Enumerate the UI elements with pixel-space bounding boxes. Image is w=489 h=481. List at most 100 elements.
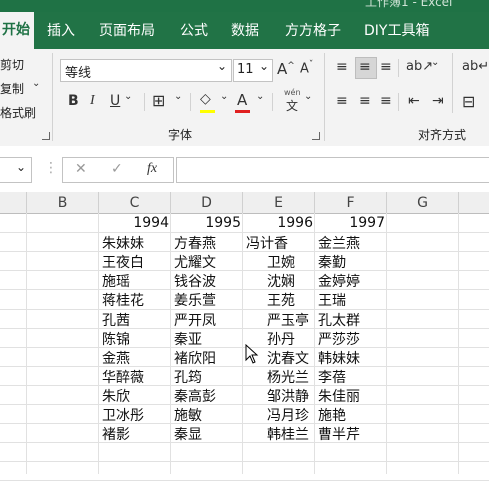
italic-icon[interactable]: I bbox=[90, 93, 95, 109]
cell-name[interactable]: 韩桂兰 bbox=[267, 424, 309, 444]
font-launcher-icon[interactable] bbox=[312, 132, 320, 140]
cell-name[interactable]: 王苑 bbox=[267, 290, 295, 310]
cell-name[interactable]: 李蓓 bbox=[318, 367, 346, 387]
cell-name[interactable]: 孙丹 bbox=[267, 329, 295, 349]
column-header-f[interactable]: F bbox=[315, 192, 387, 214]
phonetic-guide-icon[interactable]: wén bbox=[284, 88, 301, 97]
font-color-icon[interactable]: A bbox=[237, 91, 247, 109]
cell-name[interactable]: 王夜白 bbox=[102, 252, 144, 272]
cell-name[interactable]: 韩妹妹 bbox=[318, 348, 360, 368]
cell-name[interactable]: 卫冰彤 bbox=[102, 405, 144, 425]
cell-name[interactable]: 孔太群 bbox=[318, 310, 360, 330]
column-header-c[interactable]: C bbox=[99, 192, 171, 214]
cell-name[interactable]: 朱佳丽 bbox=[318, 386, 360, 406]
cell-name[interactable]: 沈娴 bbox=[267, 271, 295, 291]
name-box[interactable]: ⌄ bbox=[0, 157, 32, 183]
cell-name[interactable]: 冯计香 bbox=[246, 233, 288, 253]
cell-name[interactable]: 尤耀文 bbox=[174, 252, 216, 272]
more-options-icon[interactable]: ⋮ bbox=[44, 160, 58, 176]
chevron-down-icon[interactable]: ⌄ bbox=[174, 91, 182, 102]
cell-year[interactable]: 1995 bbox=[171, 215, 241, 231]
cell-year[interactable]: 1997 bbox=[315, 215, 385, 231]
cell-name[interactable]: 孔茜 bbox=[102, 310, 130, 330]
cell-name[interactable]: 秦显 bbox=[174, 424, 202, 444]
column-header-a[interactable] bbox=[0, 192, 27, 214]
cancel-icon[interactable]: ✕ bbox=[75, 161, 87, 177]
cell-name[interactable]: 褚欣阳 bbox=[174, 348, 216, 368]
cell-name[interactable]: 秦勤 bbox=[318, 252, 346, 272]
decrease-font-size-icon[interactable]: Aˇ bbox=[300, 60, 313, 76]
cell-name[interactable]: 杨光兰 bbox=[267, 367, 309, 387]
align-center-icon[interactable]: ≡ bbox=[359, 93, 371, 109]
align-top-icon[interactable]: ≡ bbox=[336, 59, 348, 75]
format-painter-button[interactable]: 格式刷 bbox=[0, 104, 36, 121]
align-right-icon[interactable]: ≡ bbox=[380, 93, 392, 109]
align-left-icon[interactable]: ≡ bbox=[336, 93, 348, 109]
borders-icon[interactable]: ⊞ bbox=[152, 91, 165, 110]
tab-insert[interactable]: 插入 bbox=[47, 20, 75, 40]
insert-function-icon[interactable]: fx bbox=[147, 161, 157, 177]
cell-name[interactable]: 褚影 bbox=[102, 424, 130, 444]
clipboard-launcher-icon[interactable] bbox=[42, 132, 50, 140]
cell-name[interactable]: 卫婉 bbox=[267, 252, 295, 272]
cell-name[interactable]: 冯月珍 bbox=[267, 405, 309, 425]
wrap-text-icon[interactable]: ab↵ bbox=[462, 59, 489, 74]
font-name-select[interactable]: 等线 ⌄ bbox=[60, 59, 232, 82]
column-header-d[interactable]: D bbox=[171, 192, 243, 214]
cell-year[interactable]: 1994 bbox=[99, 215, 169, 231]
tab-formulas[interactable]: 公式 bbox=[180, 20, 208, 40]
increase-indent-icon[interactable]: ⇥ bbox=[432, 93, 444, 109]
cell-name[interactable]: 秦亚 bbox=[174, 329, 202, 349]
cell-name[interactable]: 朱欣 bbox=[102, 386, 130, 406]
cell-name[interactable]: 曹半芹 bbox=[318, 424, 360, 444]
cell-name[interactable]: 施瑶 bbox=[102, 271, 130, 291]
tab-home[interactable]: 开始 bbox=[0, 12, 34, 49]
cell-name[interactable]: 钱谷波 bbox=[174, 271, 216, 291]
cell-name[interactable]: 华醉薇 bbox=[102, 367, 144, 387]
cell-name[interactable]: 金燕 bbox=[102, 348, 130, 368]
enter-icon[interactable]: ✓ bbox=[111, 161, 123, 177]
column-header-g[interactable]: G bbox=[387, 192, 459, 214]
decrease-indent-icon[interactable]: ⇤ bbox=[408, 93, 420, 109]
cell-year[interactable]: 1996 bbox=[243, 215, 313, 231]
tab-page-layout[interactable]: 页面布局 bbox=[99, 20, 155, 40]
chevron-down-icon[interactable]: ⌄ bbox=[220, 91, 228, 102]
cell-name[interactable]: 陈锦 bbox=[102, 329, 130, 349]
cell-name[interactable]: 金兰燕 bbox=[318, 233, 360, 253]
cell-name[interactable]: 邹洪静 bbox=[267, 386, 309, 406]
chevron-down-icon[interactable]: ⌄ bbox=[32, 78, 40, 89]
chevron-down-icon[interactable]: ⌄ bbox=[256, 91, 264, 102]
align-bottom-icon[interactable]: ≡ bbox=[380, 59, 392, 75]
tab-fangfang[interactable]: 方方格子 bbox=[285, 20, 341, 40]
increase-font-size-icon[interactable]: A^ bbox=[277, 60, 295, 78]
tab-diy-toolbox[interactable]: DIY工具箱 bbox=[364, 20, 429, 40]
cell-name[interactable]: 沈春文 bbox=[267, 348, 309, 368]
cut-button[interactable]: 剪切 bbox=[0, 56, 24, 73]
cell-name[interactable]: 姜乐萱 bbox=[174, 290, 216, 310]
tab-data[interactable]: 数据 bbox=[231, 20, 259, 40]
cell-name[interactable]: 施艳 bbox=[318, 405, 346, 425]
column-header-b[interactable]: B bbox=[27, 192, 99, 214]
cell-name[interactable]: 严玉亭 bbox=[267, 310, 309, 330]
cell-name[interactable]: 金婷婷 bbox=[318, 271, 360, 291]
cell-name[interactable]: 秦高彭 bbox=[174, 386, 216, 406]
column-header-e[interactable]: E bbox=[243, 192, 315, 214]
cell-name[interactable]: 施敏 bbox=[174, 405, 202, 425]
cell-name[interactable]: 方春燕 bbox=[174, 233, 216, 253]
column-header-h[interactable] bbox=[459, 192, 489, 214]
copy-button[interactable]: 复制 bbox=[0, 80, 24, 97]
chevron-down-icon[interactable]: ⌄ bbox=[124, 91, 132, 102]
cell-name[interactable]: 严莎莎 bbox=[318, 329, 360, 349]
cell-name[interactable]: 严开凤 bbox=[174, 310, 216, 330]
formula-input[interactable] bbox=[176, 157, 489, 183]
cell-name[interactable]: 孔筠 bbox=[174, 367, 202, 387]
cell-name[interactable]: 蒋桂花 bbox=[102, 290, 144, 310]
chevron-down-icon[interactable]: ⌄ bbox=[431, 57, 439, 68]
orientation-icon[interactable]: ab↗ bbox=[406, 59, 433, 74]
underline-icon[interactable]: U bbox=[110, 93, 120, 109]
chevron-down-icon[interactable]: ⌄ bbox=[304, 91, 312, 102]
font-size-select[interactable]: 11 ⌄ bbox=[233, 59, 273, 82]
bold-icon[interactable]: B bbox=[68, 93, 79, 109]
merge-center-icon[interactable]: ⊟ bbox=[462, 92, 475, 111]
cell-name[interactable]: 王瑞 bbox=[318, 290, 346, 310]
